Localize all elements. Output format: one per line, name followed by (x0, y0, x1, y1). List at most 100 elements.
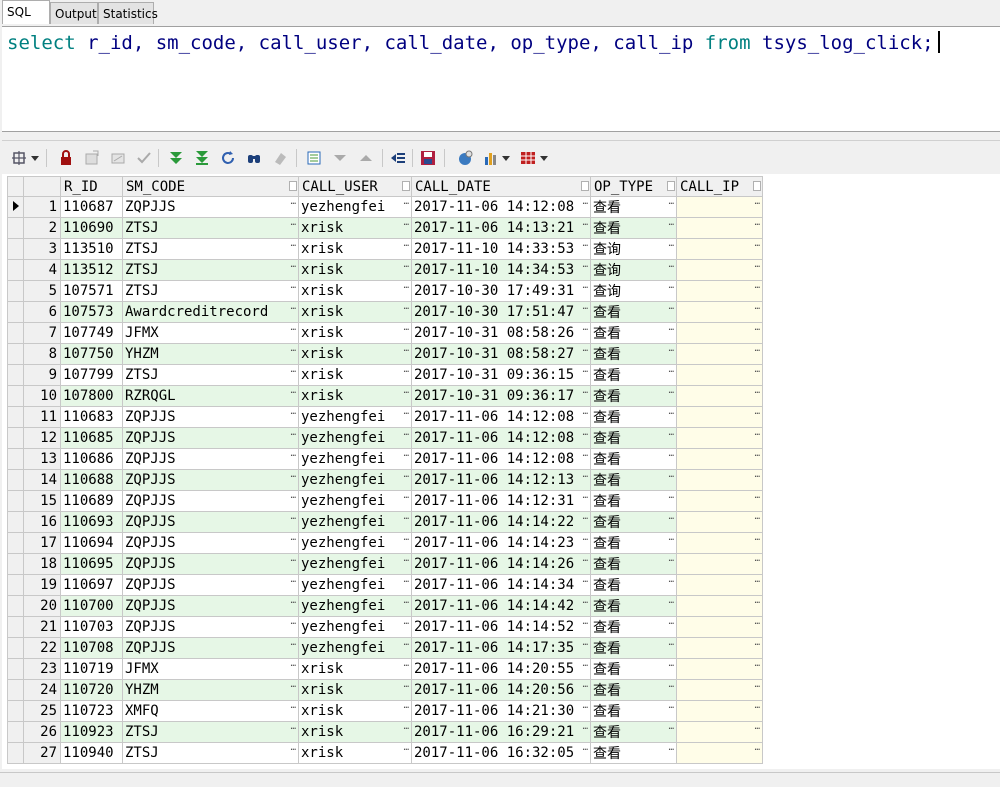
cell-editor-button[interactable]: … (755, 345, 760, 355)
cell-editor-button[interactable]: … (669, 576, 674, 586)
row-indicator[interactable] (7, 574, 24, 596)
row-indicator[interactable] (7, 301, 24, 323)
cell-call-ip[interactable]: … (676, 301, 763, 323)
row-indicator[interactable] (7, 343, 24, 365)
cell-editor-button[interactable]: … (755, 597, 760, 607)
column-header-sm-code[interactable]: SM_CODE (122, 176, 299, 197)
sql-text[interactable]: select r_id, sm_code, call_user, call_da… (7, 31, 940, 54)
table-row[interactable]: 16 110693 ZQPJJS… yezhengfei… 2017-11-06 14:… (7, 511, 763, 533)
cell-call-ip[interactable]: … (676, 616, 763, 638)
cell-op-type[interactable]: 查看… (590, 574, 677, 596)
cell-editor-button[interactable]: … (583, 303, 588, 313)
cell-editor-button[interactable]: … (291, 450, 296, 460)
cell-call-user[interactable]: yezhengfei… (298, 574, 412, 596)
cell-editor-button[interactable]: … (404, 702, 409, 712)
cell-r-id[interactable]: 110685 (60, 427, 123, 449)
cell-r-id[interactable]: 110940 (60, 742, 123, 764)
cell-op-type[interactable]: 查看… (590, 595, 677, 617)
cell-op-type[interactable]: 查看… (590, 196, 677, 218)
cell-editor-button[interactable]: … (755, 723, 760, 733)
cell-editor-button[interactable]: … (669, 534, 674, 544)
table-row[interactable]: 26 110923 ZTSJ… xrisk… 2017-11-06 16:29:21… 查… (7, 721, 763, 743)
cell-editor-button[interactable]: … (404, 345, 409, 355)
cell-call-date[interactable]: 2017-11-06 14:12:31… (411, 490, 591, 512)
cell-editor-button[interactable]: … (291, 639, 296, 649)
cell-call-date[interactable]: 2017-11-06 14:20:55… (411, 658, 591, 680)
cell-sm-code[interactable]: ZTSJ… (122, 721, 299, 743)
row-indicator[interactable] (7, 679, 24, 701)
cell-call-user[interactable]: yezhengfei… (298, 511, 412, 533)
cell-editor-button[interactable]: … (583, 534, 588, 544)
cell-call-user[interactable]: yezhengfei… (298, 595, 412, 617)
cell-call-date[interactable]: 2017-10-31 08:58:27… (411, 343, 591, 365)
cell-editor-button[interactable]: … (755, 198, 760, 208)
row-number[interactable]: 1 (23, 196, 61, 218)
table-row[interactable]: 7 107749 JFMX… xrisk… 2017-10-31 08:58:26… 查看… (7, 322, 763, 344)
cell-editor-button[interactable]: … (669, 219, 674, 229)
cell-sm-code[interactable]: ZQPJJS… (122, 532, 299, 554)
cell-call-ip[interactable]: … (676, 385, 763, 407)
table-row[interactable]: 2 110690 ZTSJ… xrisk… 2017-11-06 14:13:21… 查看… (7, 217, 763, 239)
cell-editor-button[interactable]: … (755, 366, 760, 376)
row-number[interactable]: 7 (23, 322, 61, 344)
cell-editor-button[interactable]: … (583, 597, 588, 607)
table-row[interactable]: 9 107799 ZTSJ… xrisk… 2017-10-31 09:36:15… 查看… (7, 364, 763, 386)
tab-output[interactable]: Output (50, 2, 98, 24)
cell-call-ip[interactable]: … (676, 700, 763, 722)
insert-record-icon[interactable] (84, 150, 100, 166)
row-number[interactable]: 26 (23, 721, 61, 743)
cell-call-user[interactable]: yezhengfei… (298, 427, 412, 449)
cell-call-date[interactable]: 2017-10-30 17:51:47… (411, 301, 591, 323)
tab-sql[interactable]: SQL (2, 0, 50, 24)
cell-editor-button[interactable]: … (404, 534, 409, 544)
row-indicator[interactable] (7, 595, 24, 617)
cell-editor-button[interactable]: … (755, 618, 760, 628)
cell-call-user[interactable]: xrisk… (298, 385, 412, 407)
sql-editor[interactable]: select r_id, sm_code, call_user, call_da… (2, 26, 1000, 132)
cell-editor-button[interactable]: … (291, 681, 296, 691)
cell-editor-button[interactable]: … (404, 240, 409, 250)
cell-editor-button[interactable]: … (291, 345, 296, 355)
cell-call-date[interactable]: 2017-11-06 14:17:35… (411, 637, 591, 659)
cell-call-user[interactable]: xrisk… (298, 679, 412, 701)
pane-splitter[interactable] (0, 133, 1000, 137)
cell-op-type[interactable]: 查看… (590, 637, 677, 659)
cell-call-ip[interactable]: … (676, 679, 763, 701)
row-indicator[interactable] (7, 700, 24, 722)
table-row[interactable]: 1 110687 ZQPJJS… yezhengfei… 2017-11-06 14:1… (7, 196, 763, 218)
cell-call-user[interactable]: xrisk… (298, 280, 412, 302)
cell-r-id[interactable]: 110693 (60, 511, 123, 533)
refresh-icon[interactable] (220, 150, 236, 166)
cell-call-ip[interactable]: … (676, 448, 763, 470)
cell-editor-button[interactable]: … (669, 492, 674, 502)
row-number[interactable]: 11 (23, 406, 61, 428)
row-number[interactable]: 23 (23, 658, 61, 680)
cell-op-type[interactable]: 查看… (590, 700, 677, 722)
cell-op-type[interactable]: 查看… (590, 343, 677, 365)
cell-editor-button[interactable]: … (583, 492, 588, 502)
row-number[interactable]: 10 (23, 385, 61, 407)
cell-r-id[interactable]: 110703 (60, 616, 123, 638)
cell-editor-button[interactable]: … (583, 429, 588, 439)
cell-editor-button[interactable]: … (583, 387, 588, 397)
find-icon[interactable] (246, 150, 262, 166)
cell-call-date[interactable]: 2017-11-06 14:12:13… (411, 469, 591, 491)
cell-call-date[interactable]: 2017-11-06 14:12:08… (411, 406, 591, 428)
cell-editor-button[interactable]: … (755, 576, 760, 586)
cell-sm-code[interactable]: ZQPJJS… (122, 490, 299, 512)
cell-editor-button[interactable]: … (583, 702, 588, 712)
cell-sm-code[interactable]: ZQPJJS… (122, 196, 299, 218)
cell-sm-code[interactable]: Awardcreditrecord… (122, 301, 299, 323)
lock-icon[interactable] (58, 150, 74, 166)
filter-icon[interactable] (332, 150, 348, 166)
table-dropdown-icon[interactable] (539, 150, 549, 166)
cell-editor-button[interactable]: … (291, 261, 296, 271)
cell-r-id[interactable]: 110708 (60, 637, 123, 659)
table-row[interactable]: 14 110688 ZQPJJS… yezhengfei… 2017-11-06 14:… (7, 469, 763, 491)
cell-editor-button[interactable]: … (404, 681, 409, 691)
cell-sm-code[interactable]: ZQPJJS… (122, 448, 299, 470)
cell-r-id[interactable]: 110719 (60, 658, 123, 680)
row-number[interactable]: 17 (23, 532, 61, 554)
cell-editor-button[interactable]: … (583, 744, 588, 754)
cell-op-type[interactable]: 查看… (590, 553, 677, 575)
